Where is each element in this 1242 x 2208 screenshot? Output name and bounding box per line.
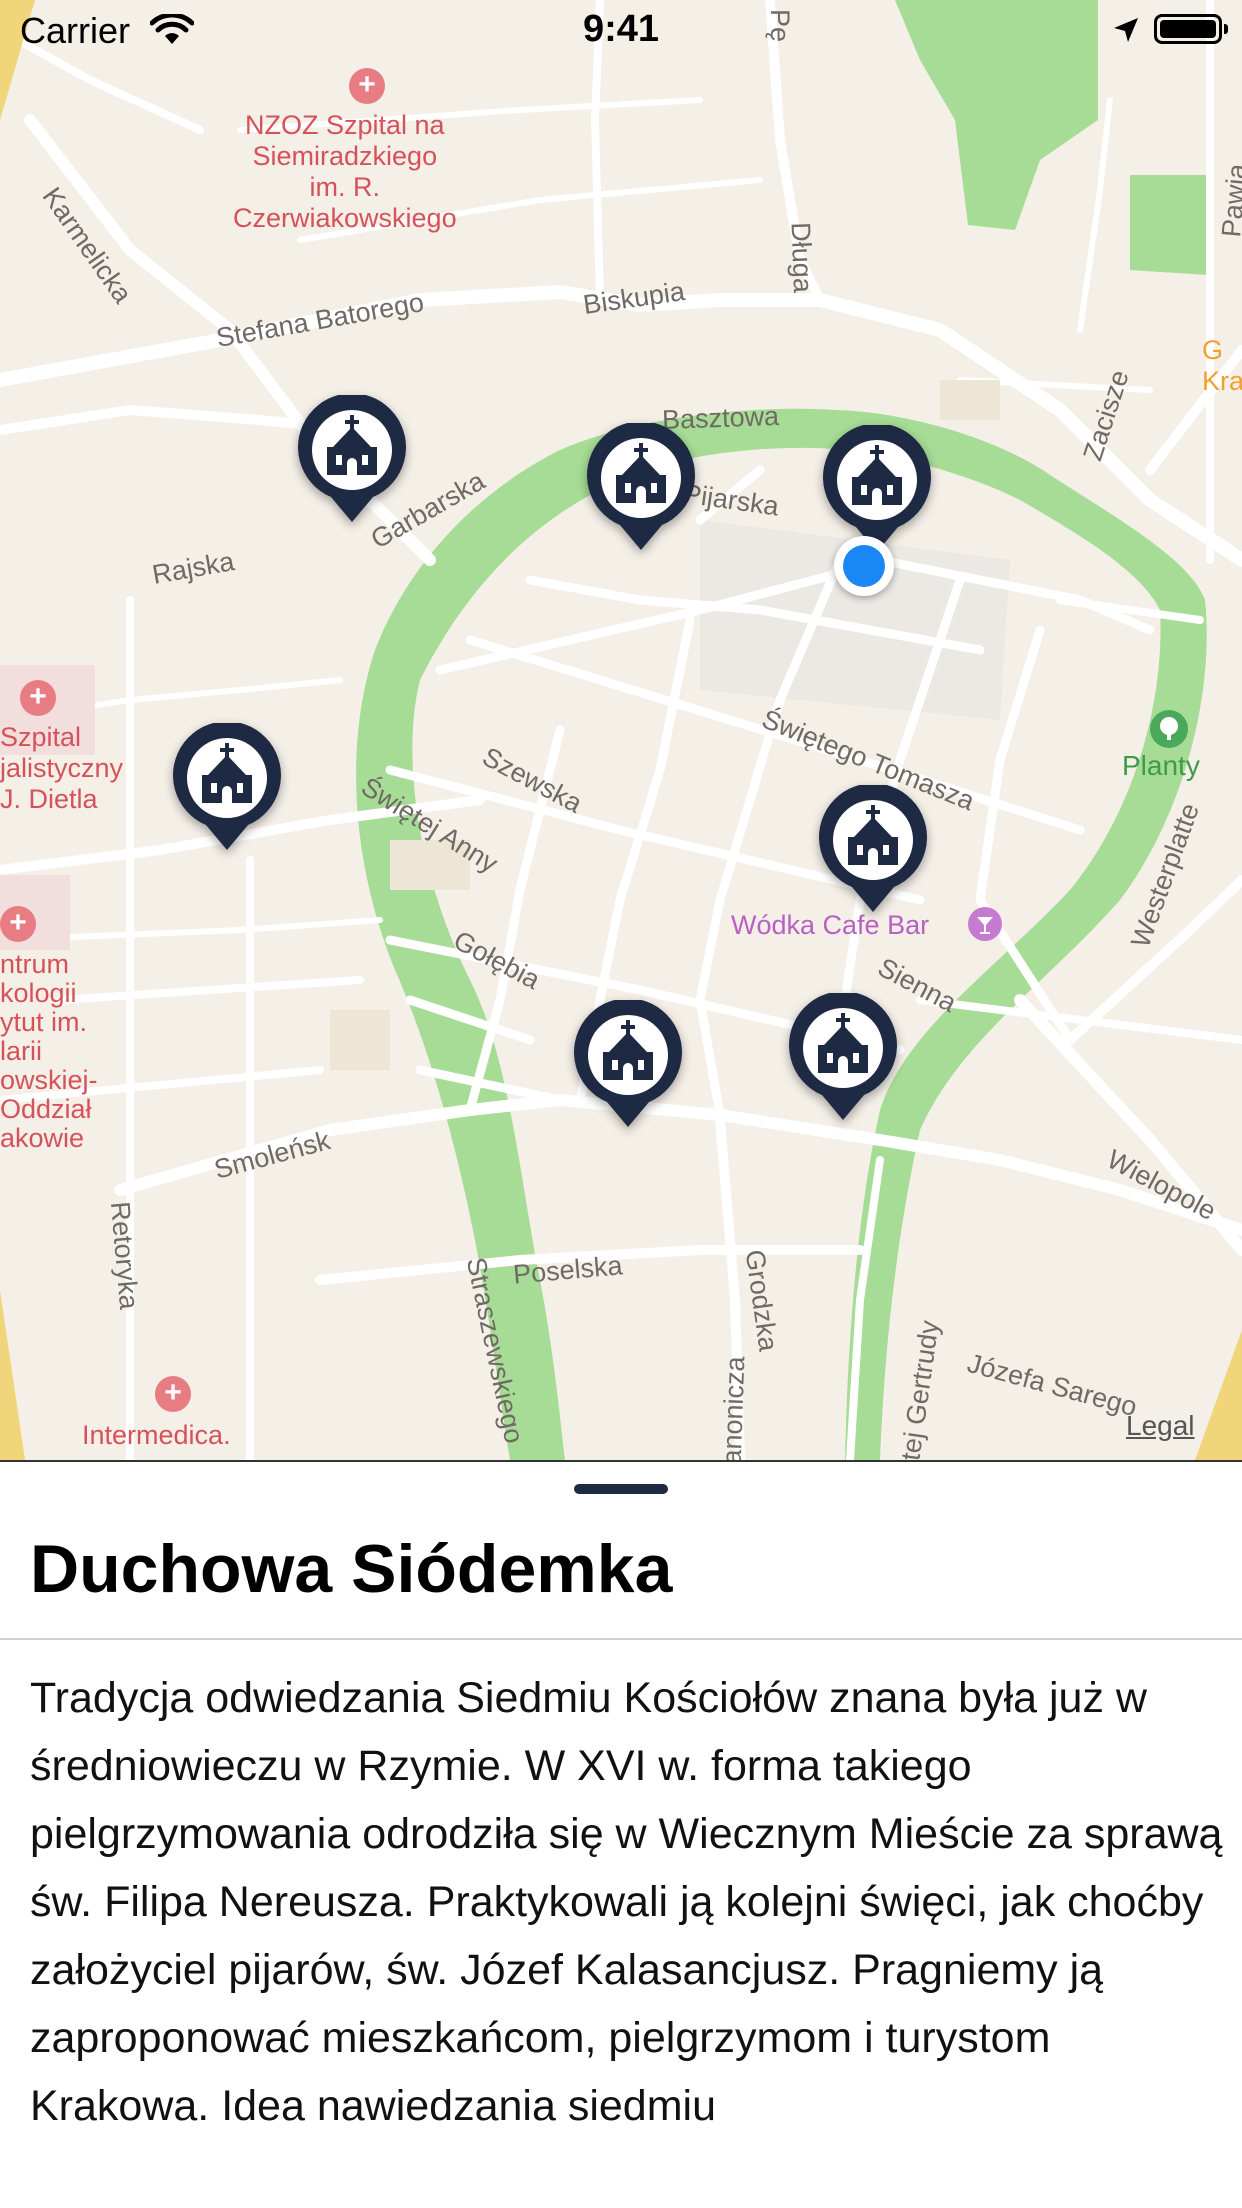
church-icon — [789, 991, 897, 1120]
status-bar: Carrier 9:41 — [0, 0, 1242, 62]
status-time: 9:41 — [582, 8, 660, 50]
church-pin[interactable] — [818, 783, 928, 915]
divider — [0, 1638, 1242, 1640]
hospital-icon: + — [0, 906, 36, 942]
location-arrow-icon — [1112, 16, 1140, 49]
church-pin[interactable] — [573, 998, 683, 1130]
church-pin[interactable] — [586, 421, 696, 553]
church-icon — [173, 721, 281, 850]
church-icon — [574, 998, 682, 1127]
hospital-icon: + — [349, 68, 385, 104]
church-icon — [823, 423, 931, 552]
poi-hospital-nzoz[interactable]: NZOZ Szpital na Siemiradzkiego im. R. Cz… — [233, 110, 457, 234]
poi-edge-label: G Kra — [1202, 335, 1242, 396]
user-location-dot[interactable] — [834, 536, 894, 596]
church-pin[interactable] — [822, 423, 932, 555]
church-pin[interactable] — [788, 991, 898, 1123]
hospital-icon: + — [20, 680, 56, 716]
map-view[interactable]: Karmelicka Stefana Batorego Biskupia Dłu… — [0, 0, 1242, 1460]
church-icon — [819, 783, 927, 912]
church-pin[interactable] — [297, 393, 407, 525]
poi-hospital-dietla[interactable]: Szpital jalistyczny J. Dietla — [0, 722, 123, 815]
sheet-description: Tradycja odwiedzania Siedmiu Kościołów z… — [30, 1674, 1223, 2130]
church-pin[interactable] — [172, 721, 282, 853]
cocktail-icon — [968, 907, 1002, 941]
bottom-sheet[interactable]: Duchowa Siódemka Tradycja odwiedzania Si… — [0, 1460, 1242, 2208]
church-icon — [298, 393, 406, 522]
sheet-grabber-handle[interactable] — [574, 1484, 668, 1494]
poi-intermedica[interactable]: Intermedica. — [82, 1420, 231, 1451]
street-label-dluga: Długa — [785, 221, 818, 294]
poi-planty[interactable]: Planty — [1122, 750, 1200, 782]
sheet-title: Duchowa Siódemka — [30, 1531, 673, 1607]
hospital-icon: + — [155, 1376, 191, 1412]
battery-icon — [1154, 14, 1228, 44]
poi-oncology-center[interactable]: ntrum kologii ytut im. larii owskiej- Od… — [0, 950, 98, 1153]
tree-icon — [1150, 710, 1188, 748]
street-label-kanonicza: anonicza — [716, 1355, 751, 1460]
legal-link[interactable]: Legal — [1126, 1410, 1195, 1442]
church-icon — [587, 421, 695, 550]
